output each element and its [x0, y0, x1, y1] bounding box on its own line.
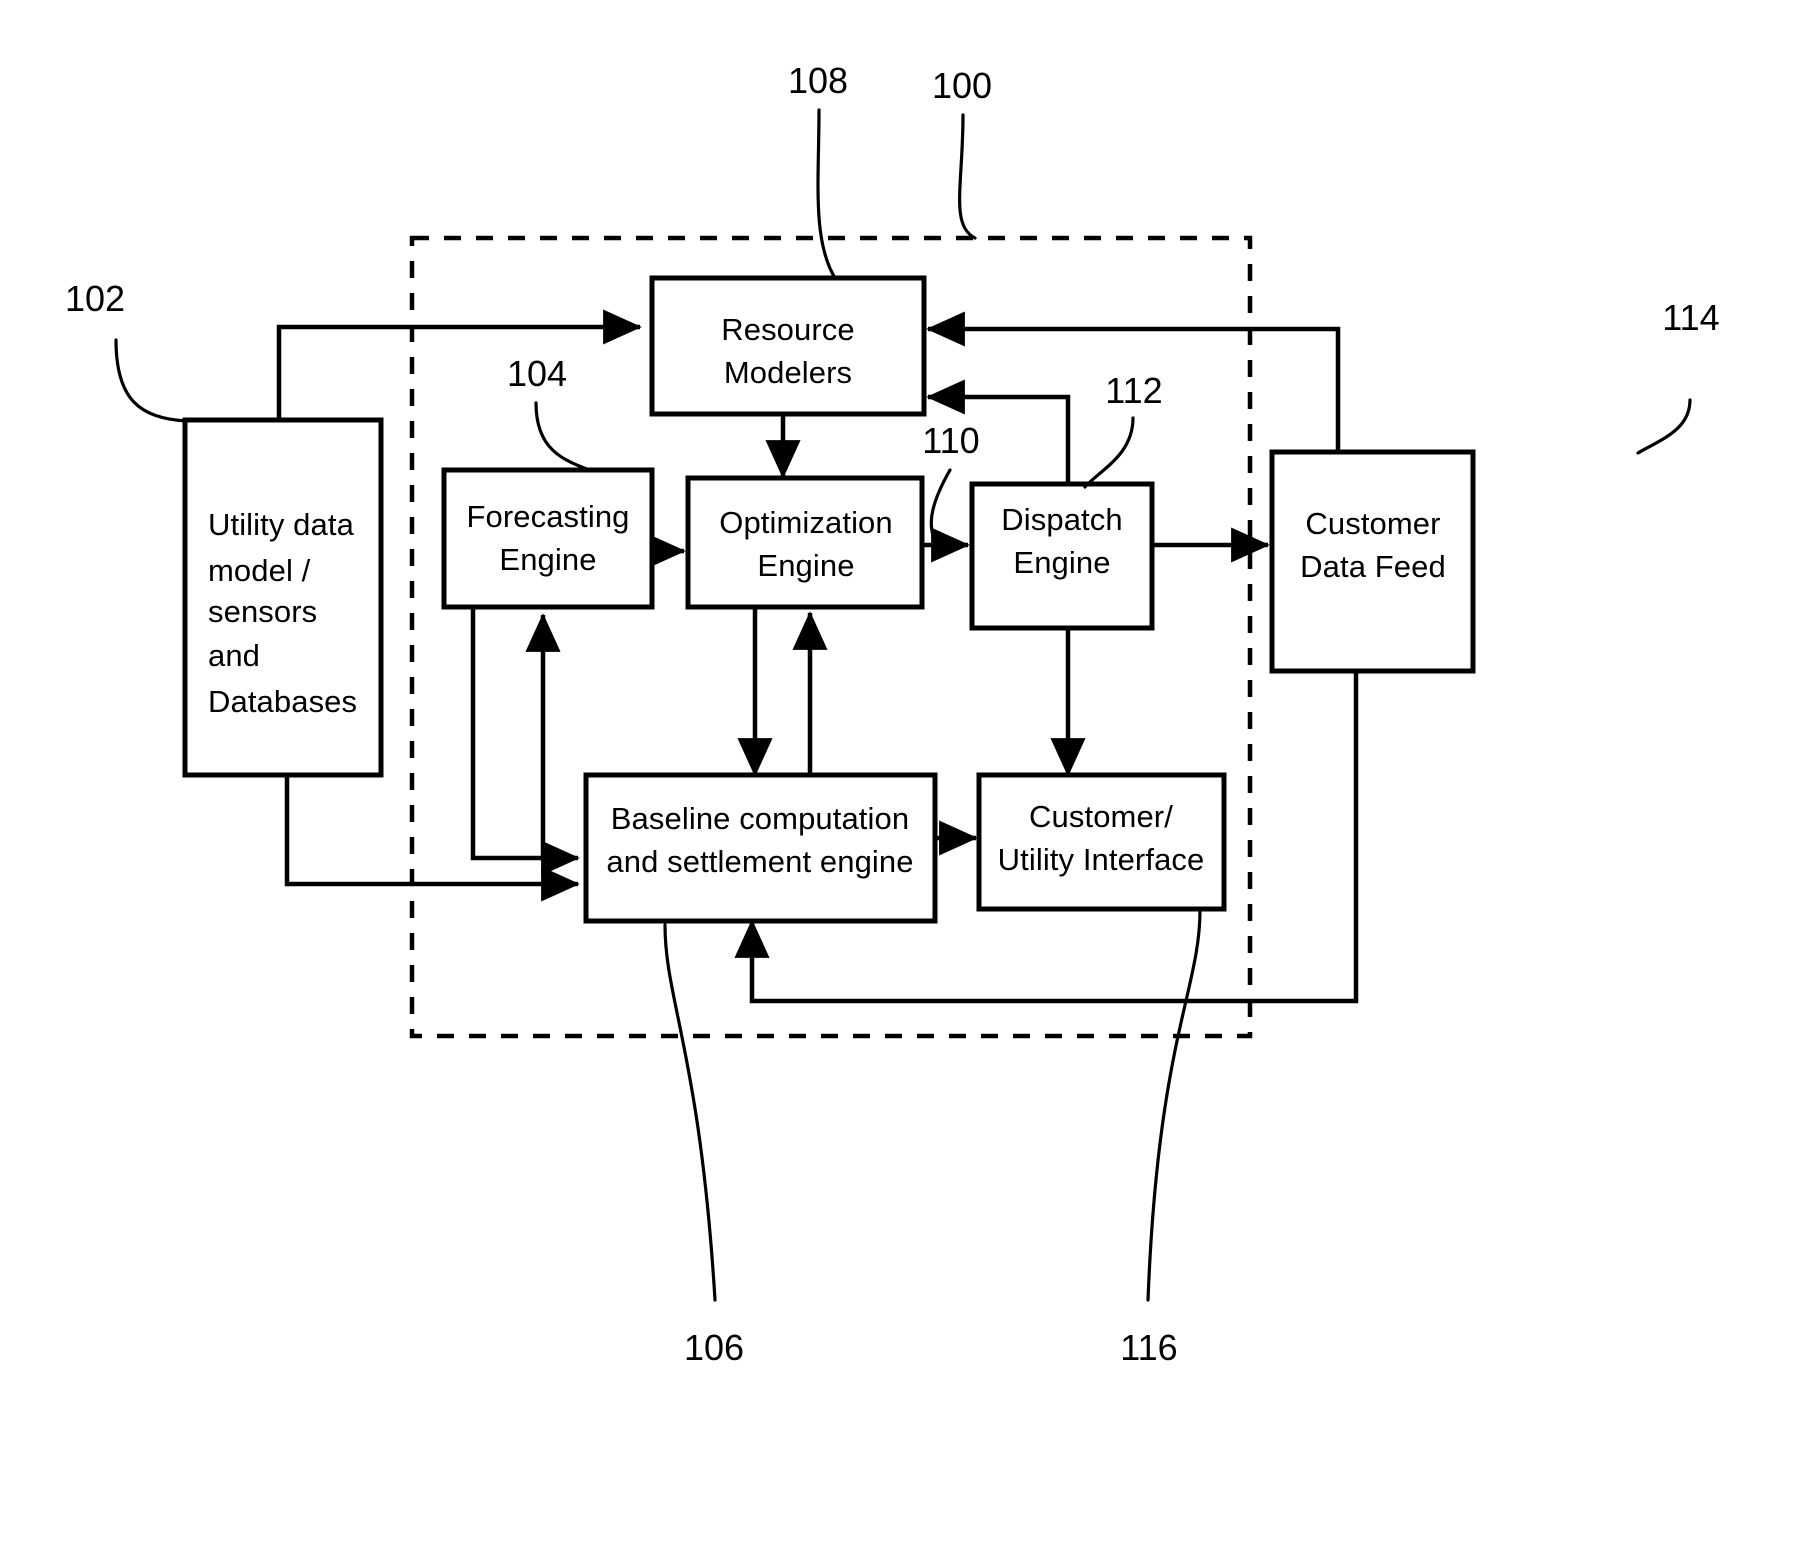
box-utility-data-model-line-3: sensors	[208, 594, 317, 629]
leader-108	[816, 108, 837, 280]
box-baseline-settlement-engine[interactable]: Baseline computation and settlement engi…	[583, 772, 938, 924]
leader-104	[534, 401, 594, 473]
leader-114	[1636, 398, 1692, 455]
box-utility-data-model-line-5: Databases	[208, 684, 357, 719]
ref-110-label: 110	[922, 420, 979, 461]
box-dispatch-engine-line-2: Engine	[1013, 545, 1110, 580]
block-diagram: Utility data model / sensors and Databas…	[65, 60, 1720, 1368]
box-baseline-settlement-engine-line-1: Baseline computation	[611, 801, 909, 836]
ref-116: 116	[1120, 908, 1202, 1368]
box-forecasting-engine-line-2: Engine	[499, 542, 596, 577]
leader-116	[1146, 908, 1202, 1302]
ref-112: 112	[1083, 370, 1163, 489]
ref-100: 100	[932, 65, 992, 240]
ref-114: 114	[1636, 297, 1720, 455]
box-dispatch-engine-line-1: Dispatch	[1001, 502, 1122, 537]
leader-102	[114, 338, 188, 423]
leader-110	[929, 468, 952, 550]
ref-108: 108	[788, 60, 848, 280]
connector-utility-to-baseline	[284, 775, 580, 902]
box-customer-data-feed-line-2: Data Feed	[1300, 549, 1446, 584]
box-forecasting-engine-line-1: Forecasting	[466, 499, 629, 534]
ref-114-label: 114	[1662, 297, 1719, 338]
ref-102: 102	[65, 278, 188, 423]
ref-102-label: 102	[65, 278, 125, 319]
box-customer-utility-interface-line-2: Utility Interface	[998, 842, 1205, 877]
box-utility-data-model[interactable]: Utility data model / sensors and Databas…	[182, 417, 384, 778]
box-baseline-settlement-engine-line-2: and settlement engine	[606, 844, 913, 879]
box-resource-modelers-line-1: Resource	[721, 312, 854, 347]
ref-100-label: 100	[932, 65, 992, 106]
box-optimization-engine-line-2: Engine	[757, 548, 854, 583]
connector-forecasting-leg-to-baseline	[470, 607, 580, 876]
ref-104: 104	[507, 353, 594, 473]
leader-106	[663, 923, 717, 1302]
ref-108-label: 108	[788, 60, 848, 101]
leader-100	[958, 113, 977, 240]
ref-116-label: 116	[1120, 1327, 1177, 1368]
figure-canvas: Utility data model / sensors and Databas…	[0, 0, 1811, 1541]
connector-utility-to-resource-modelers	[276, 309, 642, 420]
box-customer-data-feed[interactable]: Customer Data Feed	[1269, 449, 1476, 674]
ref-106: 106	[663, 923, 744, 1368]
leader-112	[1083, 416, 1135, 489]
box-resource-modelers-line-2: Modelers	[724, 355, 852, 390]
box-utility-data-model-line-2: model /	[208, 553, 311, 588]
box-customer-utility-interface-line-1: Customer/	[1029, 799, 1173, 834]
ref-112-label: 112	[1105, 370, 1162, 411]
box-customer-data-feed-line-1: Customer	[1305, 506, 1440, 541]
box-forecasting-engine[interactable]: Forecasting Engine	[441, 467, 655, 610]
box-utility-data-model-line-1: Utility data	[208, 507, 355, 542]
box-resource-modelers[interactable]: Resource Modelers	[649, 275, 927, 417]
ref-104-label: 104	[507, 353, 567, 394]
ref-106-label: 106	[684, 1327, 744, 1368]
box-optimization-engine[interactable]: Optimization Engine	[685, 475, 925, 610]
box-customer-utility-interface[interactable]: Customer/ Utility Interface	[976, 772, 1227, 912]
box-dispatch-engine[interactable]: Dispatch Engine	[969, 481, 1155, 631]
box-optimization-engine-line-1: Optimization	[719, 505, 893, 540]
box-utility-data-model-line-4: and	[208, 638, 260, 673]
